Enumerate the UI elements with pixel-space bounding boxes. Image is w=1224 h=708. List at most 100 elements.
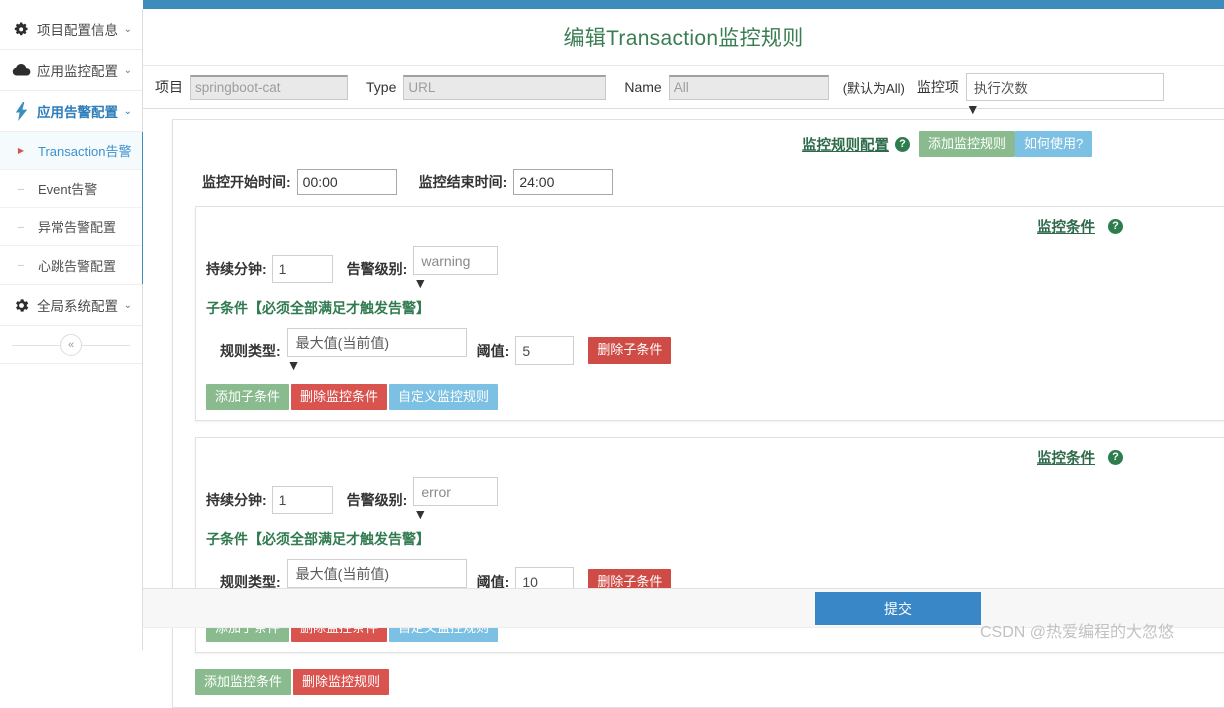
rule-type-select-wrap: 最大值(当前值) ▼	[286, 328, 467, 373]
monitor-item-select-wrap: 执行次数 ▼	[965, 73, 1164, 117]
sidebar-item-heartbeat-alarm-config[interactable]: ─ 心跳告警配置	[0, 246, 142, 284]
rule-action-row: 添加监控条件 删除监控规则	[173, 668, 1224, 695]
chevron-down-icon: ▼	[286, 357, 301, 373]
sidebar-group-global-system-config[interactable]: 全局系统配置 ⌄	[0, 285, 142, 326]
alarm-level-select[interactable]: error	[413, 477, 499, 507]
sidebar-collapse-button[interactable]: «	[60, 333, 82, 356]
condition-header: 监控条件 ?	[196, 215, 1224, 237]
alarm-level-select-wrap: warning ▼	[413, 246, 499, 291]
page-title: 编辑Transaction监控规则	[563, 27, 804, 50]
gear-icon	[10, 297, 32, 314]
end-time-input[interactable]	[513, 169, 614, 195]
sidebar-group-label: 项目配置信息	[37, 23, 118, 38]
filter-bar: 项目 Type Name (默认为All) 监控项 执行次数 ▼	[143, 65, 1224, 117]
condition-title: 监控条件	[1037, 450, 1095, 467]
sidebar-group-label: 全局系统配置	[37, 299, 118, 314]
sidebar-submenu-app-alarm: ▶ Transaction告警 ─ Event告警 ─ 异常告警配置 ─ 心跳告…	[0, 132, 143, 285]
project-label: 项目	[155, 79, 183, 95]
dash-icon: ─	[17, 221, 25, 232]
cloud-icon	[10, 63, 32, 77]
sidebar-group-app-monitor-config[interactable]: 应用监控配置 ⌄	[0, 50, 142, 91]
chevron-down-icon: ⌄	[123, 299, 132, 311]
subcondition-note: 子条件【必须全部满足才触发告警】	[206, 531, 430, 548]
triangle-right-icon: ▶	[17, 146, 25, 155]
threshold-input[interactable]	[515, 336, 575, 365]
rule-type-label: 规则类型:	[220, 342, 281, 359]
watermark: CSDN @热爱编程的大忽悠	[980, 624, 1175, 641]
chevron-down-icon: ⌄	[123, 105, 132, 117]
start-time-label: 监控开始时间:	[202, 174, 291, 190]
subcondition-note: 子条件【必须全部满足才触发告警】	[206, 300, 430, 316]
alarm-level-label: 告警级别:	[346, 260, 408, 277]
rule-type-value: 最大值(当前值)	[295, 334, 389, 351]
threshold-label: 阈值:	[476, 342, 510, 359]
delete-subcondition-button[interactable]: 删除子条件	[588, 337, 672, 364]
rule-config-title: 监控规则配置	[802, 137, 889, 154]
sidebar-item-transaction-alarm[interactable]: ▶ Transaction告警	[0, 132, 142, 170]
main-content: 编辑Transaction监控规则 项目 Type Name (默认为All) …	[143, 9, 1224, 708]
time-range-row: 监控开始时间: 监控结束时间:	[173, 166, 1224, 198]
name-input[interactable]	[668, 74, 829, 100]
default-all-note: (默认为All)	[842, 80, 905, 96]
submit-button[interactable]: 提交	[815, 592, 981, 625]
sidebar: 项目配置信息 ⌄ 应用监控配置 ⌄ 应用告警配置 ⌄ ▶ Transaction…	[0, 9, 143, 650]
help-icon[interactable]: ?	[1108, 218, 1123, 234]
end-time-label: 监控结束时间:	[418, 174, 508, 190]
chevron-down-icon: ⌄	[123, 23, 132, 35]
duration-input[interactable]	[271, 485, 333, 514]
sidebar-group-app-alarm-config[interactable]: 应用告警配置 ⌄	[0, 91, 142, 132]
condition-duration-row: 持续分钟: 告警级别: warning ▼	[196, 246, 1224, 291]
rule-type-select[interactable]: 最大值(当前值)	[286, 328, 467, 357]
help-icon[interactable]: ?	[895, 136, 910, 152]
sidebar-group-label: 应用告警配置	[37, 105, 118, 120]
add-monitor-rule-button[interactable]: 添加监控规则	[919, 130, 1016, 158]
sidebar-item-label: Event告警	[38, 182, 98, 197]
condition-header: 监控条件 ?	[196, 446, 1224, 468]
alarm-level-value: error	[421, 483, 451, 500]
alarm-level-select-wrap: error ▼	[413, 477, 499, 523]
dash-icon: ─	[17, 260, 25, 270]
condition-action-row: 添加子条件 删除监控条件 自定义监控规则	[196, 384, 1224, 411]
alarm-level-select[interactable]: warning	[413, 246, 499, 275]
page-title-band: 编辑Transaction监控规则	[143, 9, 1224, 65]
type-input[interactable]	[403, 74, 607, 100]
gears-icon	[10, 21, 32, 38]
sidebar-group-label: 应用监控配置	[37, 64, 118, 79]
rule-config-header: 监控规则配置 ? 添加监控规则 如何使用?	[173, 130, 1224, 158]
monitor-condition-card: 监控条件 ? 持续分钟: 告警级别: warning ▼ 子条件【必须全部满足才…	[195, 206, 1224, 422]
how-to-use-button[interactable]: 如何使用?	[1015, 130, 1093, 158]
monitor-item-select-value: 执行次数	[973, 81, 1028, 96]
help-icon[interactable]: ?	[1108, 449, 1123, 465]
sidebar-group-project-config[interactable]: 项目配置信息 ⌄	[0, 9, 142, 50]
delete-monitor-rule-button[interactable]: 删除监控规则	[293, 668, 390, 695]
project-input[interactable]	[190, 74, 348, 100]
monitor-item-select[interactable]: 执行次数	[965, 73, 1164, 101]
alarm-level-value: warning	[421, 252, 471, 269]
name-label: Name	[624, 79, 662, 95]
chevron-down-icon: ▼	[413, 275, 428, 291]
sidebar-item-event-alarm[interactable]: ─ Event告警	[0, 170, 142, 208]
duration-label: 持续分钟:	[206, 491, 267, 508]
chevron-down-icon: ▼	[965, 101, 980, 117]
subcondition-row: 规则类型: 最大值(当前值) ▼ 阈值: 删除子条件	[196, 328, 1224, 373]
start-time-input[interactable]	[296, 169, 397, 195]
bolt-icon	[10, 101, 32, 121]
condition-title: 监控条件	[1037, 219, 1095, 236]
chevron-down-icon: ⌄	[123, 64, 132, 76]
top-accent-bar	[0, 0, 1224, 9]
sidebar-item-label: 心跳告警配置	[38, 258, 117, 274]
add-subcondition-button[interactable]: 添加子条件	[206, 384, 290, 411]
sidebar-collapse-row: «	[0, 326, 142, 364]
delete-condition-button[interactable]: 删除监控条件	[291, 384, 388, 411]
chevron-down-icon: ▼	[413, 506, 428, 523]
add-monitor-condition-button[interactable]: 添加监控条件	[195, 668, 292, 695]
rule-type-select[interactable]: 最大值(当前值)	[286, 559, 467, 589]
sidebar-item-label: Transaction告警	[38, 144, 132, 159]
rule-type-value: 最大值(当前值)	[295, 565, 389, 582]
duration-label: 持续分钟:	[206, 260, 267, 277]
top-accent-bar-sidebar-gap	[0, 0, 143, 9]
sidebar-item-label: 异常告警配置	[38, 220, 117, 235]
custom-monitor-rule-button[interactable]: 自定义监控规则	[389, 384, 499, 411]
sidebar-item-exception-alarm-config[interactable]: ─ 异常告警配置	[0, 208, 142, 246]
duration-input[interactable]	[271, 254, 333, 283]
